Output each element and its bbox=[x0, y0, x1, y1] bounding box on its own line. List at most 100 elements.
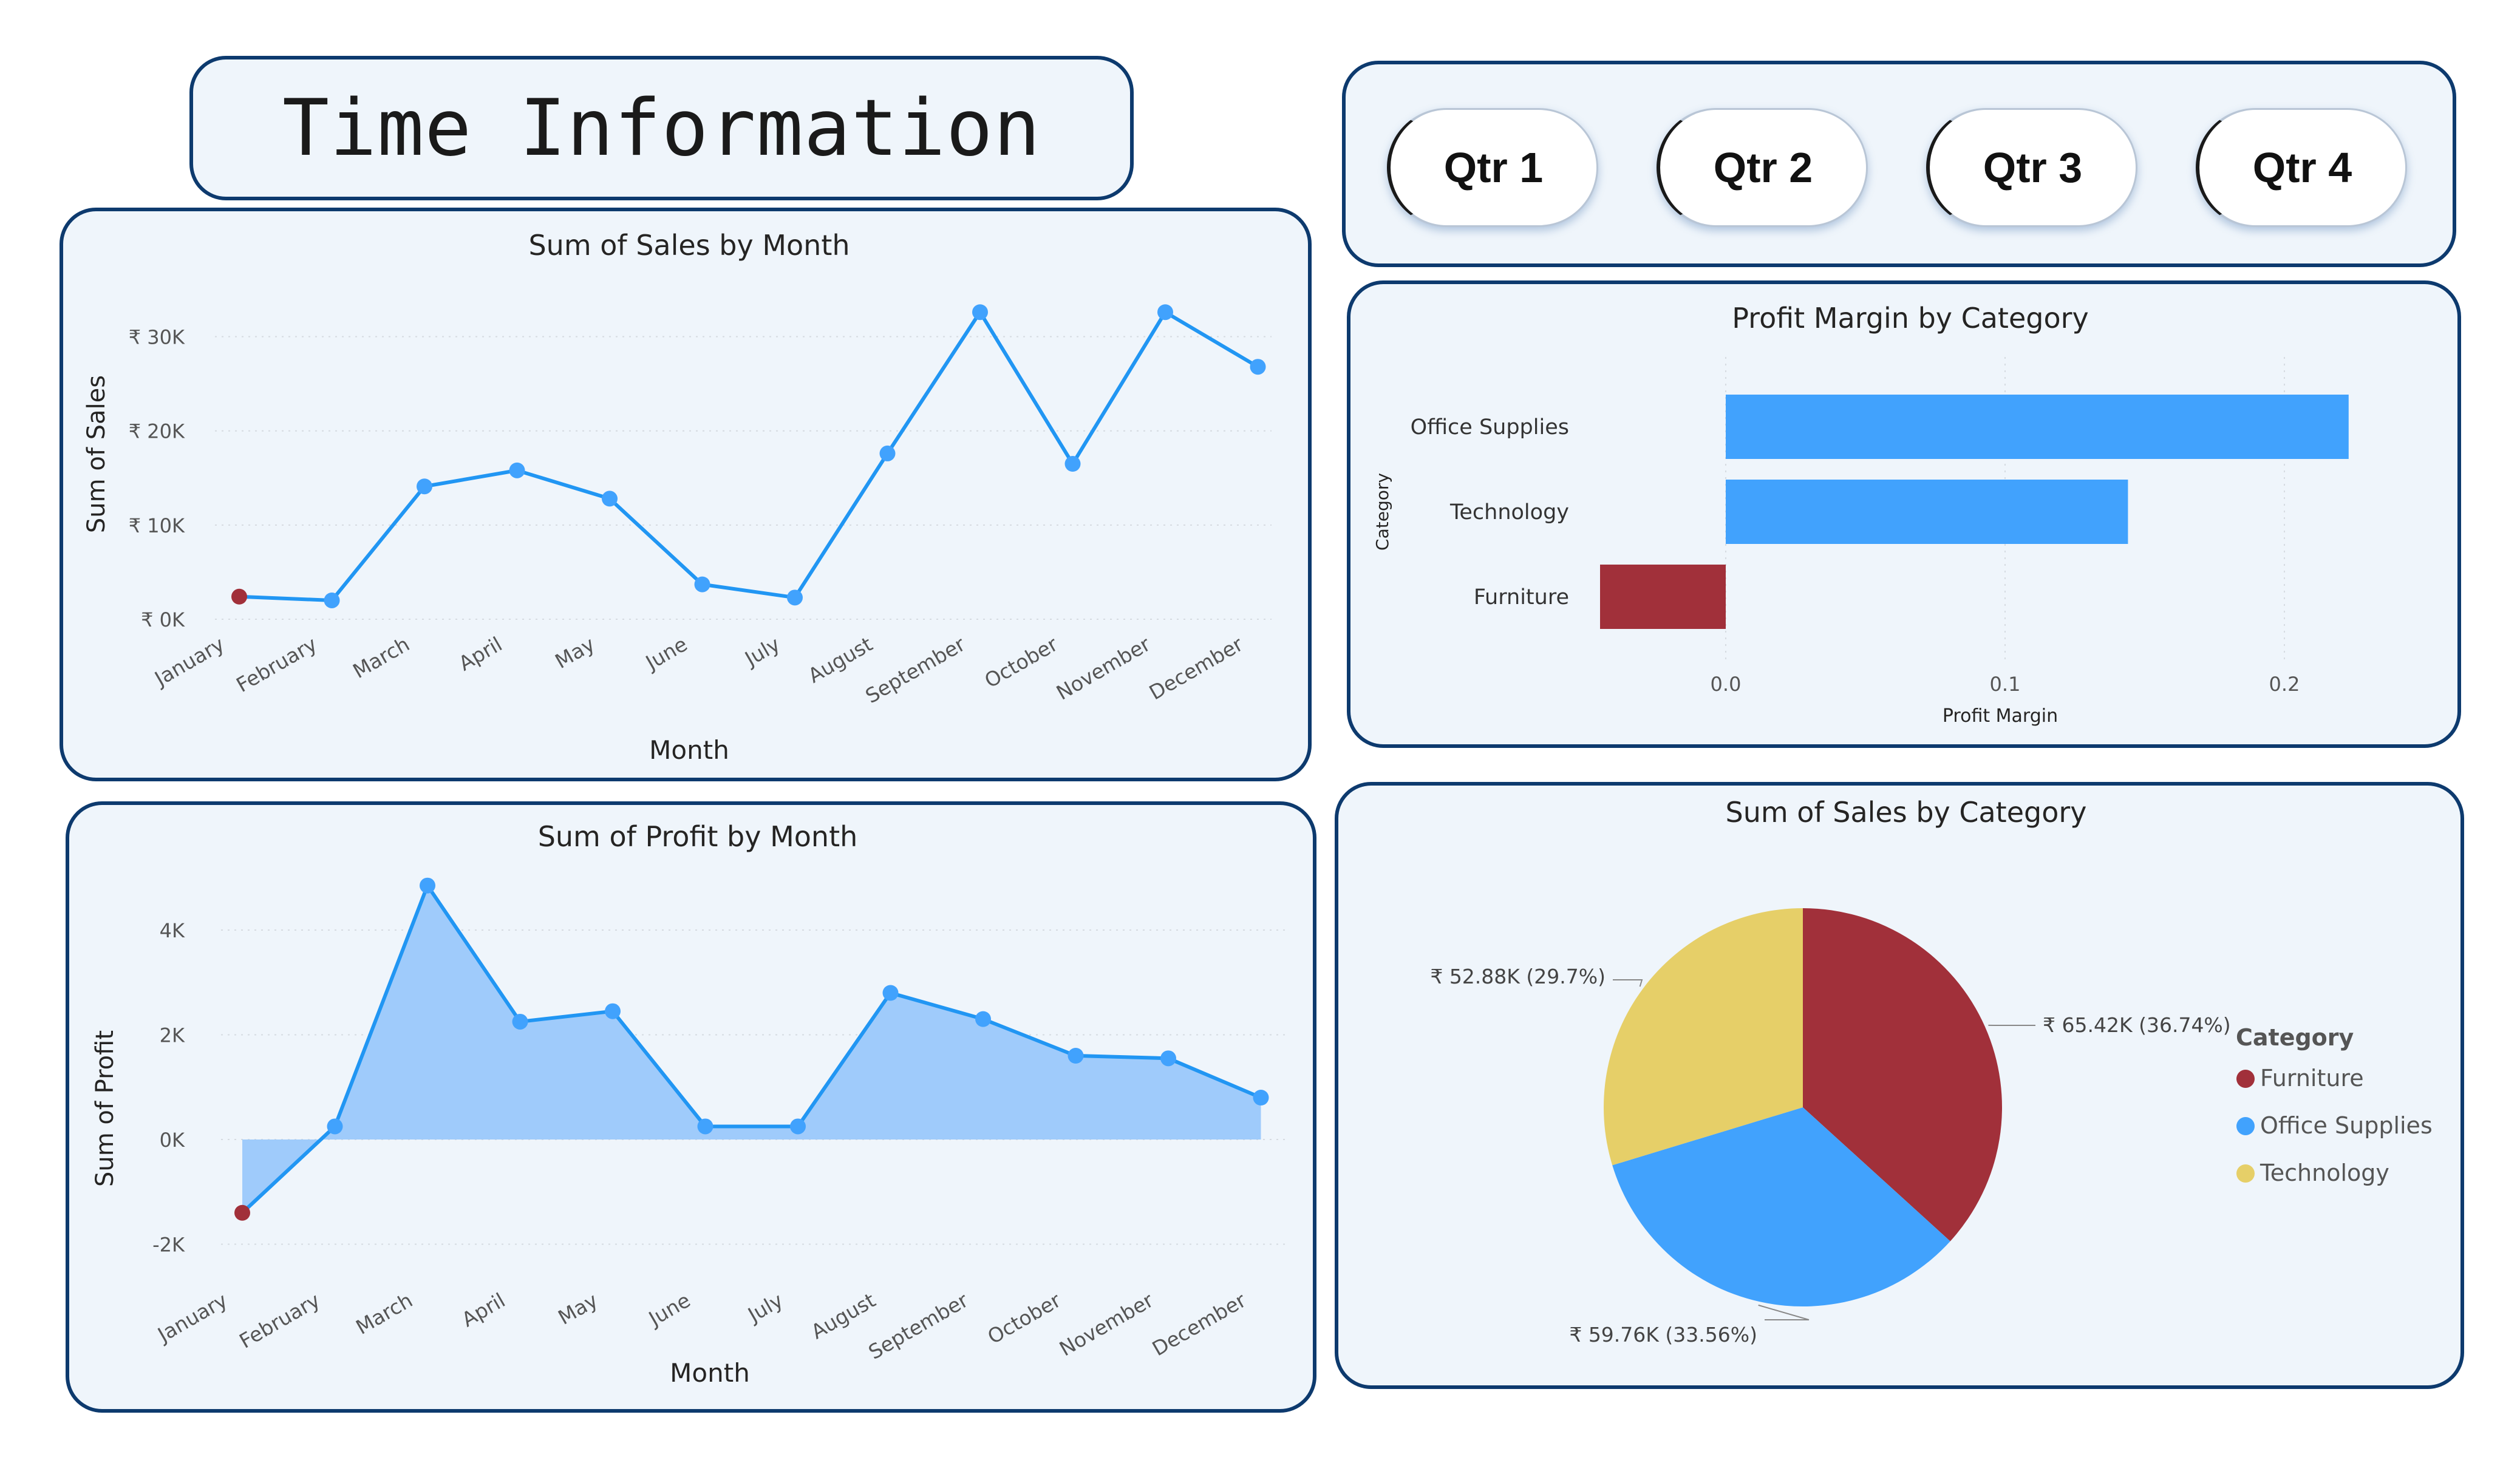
data-point bbox=[512, 1013, 528, 1030]
x-tick-label: 0.1 bbox=[1990, 673, 2021, 696]
y-tick-label: 4K bbox=[160, 919, 185, 942]
chart-title: Sum of Profit by Month bbox=[538, 820, 858, 853]
data-point bbox=[790, 1118, 806, 1135]
legend-marker bbox=[2236, 1117, 2255, 1135]
qtr-3-button[interactable]: Qtr 3 bbox=[1926, 108, 2137, 227]
data-point bbox=[882, 985, 899, 1001]
y-tick-label: ₹ 30K bbox=[129, 326, 185, 349]
x-axis-title: Month bbox=[649, 735, 729, 765]
category-label: Office Supplies bbox=[1411, 415, 1569, 440]
x-tick-label: 0.2 bbox=[2269, 673, 2300, 696]
sales-by-month-chart: Sum of Sales by Month Month Sum of Sales… bbox=[83, 229, 1272, 765]
x-tick-label: October bbox=[984, 1288, 1065, 1349]
legend-label: Technology bbox=[2259, 1160, 2389, 1186]
x-tick-label: November bbox=[1055, 1288, 1158, 1361]
qtr-4-button[interactable]: Qtr 4 bbox=[2196, 108, 2407, 227]
sales-by-category-panel: Sum of Sales by Category ₹ 65.42K (36.74… bbox=[1335, 782, 2464, 1389]
y-tick-label: ₹ 0K bbox=[141, 608, 185, 631]
legend-marker bbox=[2236, 1070, 2255, 1088]
x-tick-label: October bbox=[981, 632, 1062, 693]
y-tick-label: ₹ 20K bbox=[129, 420, 185, 443]
bar bbox=[1726, 480, 2128, 544]
y-tick-label: ₹ 10K bbox=[129, 514, 185, 537]
y-axis-title: Sum of Profit bbox=[91, 1030, 119, 1187]
data-point bbox=[879, 445, 896, 461]
x-tick-label: August bbox=[804, 632, 877, 688]
data-point bbox=[972, 304, 988, 321]
legend-title: Category bbox=[2236, 1024, 2354, 1051]
category-label: Technology bbox=[1449, 500, 1569, 525]
label-leader-line bbox=[1758, 1304, 1810, 1320]
x-tick-label: September bbox=[862, 632, 970, 708]
x-tick-label: January bbox=[149, 632, 228, 691]
x-tick-label: January bbox=[152, 1288, 231, 1347]
x-axis-title: Profit Margin bbox=[1943, 705, 2058, 727]
data-point bbox=[602, 491, 618, 507]
x-tick-label: December bbox=[1148, 1288, 1250, 1361]
chart-title: Sum of Sales by Category bbox=[1726, 796, 2087, 829]
slice-data-label: ₹ 65.42K (36.74%) bbox=[2043, 1013, 2231, 1037]
data-point bbox=[1253, 1090, 1269, 1105]
data-point bbox=[1064, 456, 1081, 472]
data-point bbox=[1250, 359, 1266, 375]
y-tick-label: 2K bbox=[160, 1024, 185, 1047]
data-point bbox=[327, 1118, 343, 1135]
bar bbox=[1600, 565, 1726, 629]
page-title: Time Information bbox=[282, 83, 1041, 174]
x-tick-label: May bbox=[554, 1288, 602, 1330]
y-axis-title: Category bbox=[1372, 473, 1392, 551]
data-point bbox=[1068, 1048, 1084, 1064]
x-tick-label: July bbox=[743, 1288, 787, 1327]
y-tick-label: 0K bbox=[160, 1129, 185, 1152]
sales-line bbox=[239, 310, 1259, 602]
x-tick-label: April bbox=[455, 632, 506, 675]
data-point bbox=[1157, 304, 1173, 321]
profit-margin-panel: Profit Margin by Category Profit Margin … bbox=[1347, 280, 2461, 748]
data-point bbox=[605, 1003, 621, 1019]
x-tick-label: June bbox=[644, 1288, 694, 1331]
legend: Category Furniture Office Supplies Technol… bbox=[2236, 1024, 2433, 1186]
x-tick-label: February bbox=[235, 1288, 324, 1353]
data-point bbox=[417, 478, 432, 495]
x-tick-label: June bbox=[641, 632, 691, 675]
x-tick-label: 0.0 bbox=[1711, 673, 1742, 696]
data-point bbox=[509, 462, 525, 478]
slice-data-label: ₹ 59.76K (33.56%) bbox=[1569, 1323, 1757, 1347]
x-tick-label: March bbox=[352, 1288, 417, 1339]
x-tick-label: September bbox=[865, 1288, 973, 1364]
profit-by-month-chart: Sum of Profit by Month Month Sum of Prof… bbox=[91, 820, 1290, 1388]
data-point bbox=[694, 576, 710, 593]
x-tick-label: November bbox=[1052, 632, 1155, 705]
sales-by-category-chart: Sum of Sales by Category ₹ 65.42K (36.74… bbox=[1430, 796, 2433, 1347]
slice-data-label: ₹ 52.88K (29.7%) bbox=[1430, 965, 1606, 988]
x-tick-label: July bbox=[740, 632, 784, 671]
x-tick-label: August bbox=[807, 1288, 880, 1344]
data-point bbox=[975, 1011, 991, 1027]
qtr-2-button[interactable]: Qtr 2 bbox=[1657, 108, 1868, 227]
profit-margin-chart: Profit Margin by Category Profit Margin … bbox=[1372, 302, 2349, 727]
quarter-slicer: Qtr 1 Qtr 2 Qtr 3 Qtr 4 bbox=[1342, 61, 2456, 267]
data-point bbox=[1160, 1050, 1176, 1067]
data-point bbox=[420, 877, 435, 894]
data-point bbox=[234, 1204, 250, 1221]
data-point bbox=[231, 588, 247, 605]
legend-marker bbox=[2236, 1164, 2255, 1183]
legend-label: Furniture bbox=[2260, 1065, 2364, 1092]
x-tick-label: March bbox=[349, 632, 414, 683]
data-point bbox=[324, 592, 340, 608]
qtr-1-button[interactable]: Qtr 1 bbox=[1387, 108, 1598, 227]
label-leader-line bbox=[1613, 979, 1643, 987]
data-point bbox=[787, 589, 803, 606]
category-label: Furniture bbox=[1474, 585, 1569, 610]
x-tick-label: December bbox=[1145, 632, 1247, 705]
y-axis-title: Sum of Sales bbox=[83, 375, 111, 533]
sales-by-month-panel: Sum of Sales by Month Month Sum of Sales… bbox=[60, 208, 1312, 781]
bar bbox=[1726, 395, 2349, 459]
x-tick-label: May bbox=[551, 632, 599, 673]
chart-title: Sum of Sales by Month bbox=[528, 229, 850, 262]
profit-area bbox=[242, 885, 1261, 1213]
y-tick-label: -2K bbox=[152, 1234, 185, 1257]
x-tick-label: April bbox=[458, 1288, 509, 1331]
profit-by-month-panel: Sum of Profit by Month Month Sum of Prof… bbox=[66, 801, 1316, 1413]
x-axis-title: Month bbox=[670, 1358, 750, 1388]
